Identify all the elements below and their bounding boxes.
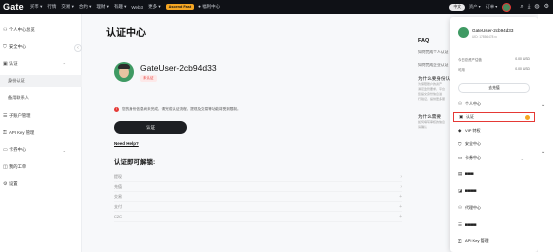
nav-buy-crypto[interactable]: 买币 ▾ (30, 4, 43, 10)
permissions-title: 认证即可解锁: (114, 159, 156, 166)
menu-item-security[interactable]: ⛉ 安全中心 (458, 139, 530, 149)
total-assets-row: 今日总资产估值 0.00 USD (458, 57, 530, 62)
nav-markets[interactable]: 行情 (47, 4, 56, 10)
assets-menu[interactable]: 资产 ▾ (469, 4, 481, 10)
sidebar-item-security[interactable]: ⛉ 安全中心 (0, 41, 82, 53)
top-right-controls: 中文 资产 ▾ 订单 ▾ ⌕ ⤓ ◍ ⚙ (449, 2, 549, 12)
sidebar-item-overview[interactable]: ⚇ 个人中心总览 (0, 24, 82, 36)
status-badge: 未认证 (140, 75, 157, 82)
unlock-permissions: 认证即可解锁: 提现 › 充值 › 交易 + 支付 + C2C + (106, 156, 402, 222)
nav-rewards[interactable]: ● 福利中心 (198, 4, 220, 10)
menu-item-referral[interactable]: ◪ ▀▀▀▀ (458, 186, 530, 196)
language-toggle[interactable]: 中文 (449, 3, 466, 11)
sidebar-item-label: 认证 (9, 61, 18, 66)
sidebar-item-tickets[interactable]: ◫ 我的工单 (0, 161, 82, 173)
info-icon: › (400, 173, 402, 180)
sidebar-item-backup-contact[interactable]: 备用联系人 (0, 92, 82, 104)
permission-row-deposit: 充值 › (114, 182, 402, 192)
user-avatar-button[interactable] (502, 2, 512, 12)
promo-badge[interactable]: Ascend Fast (165, 4, 195, 10)
nav-trade[interactable]: 交易 ▾ (61, 4, 74, 10)
permission-row-trade: 交易 + (114, 192, 402, 202)
menu-item-vip[interactable]: ◆ VIP 特权 (458, 126, 530, 136)
avatar (458, 27, 469, 38)
warning-text: 您的身份信息尚未完成，请完成认证流程，提现及交易等功能将受到限制。 (122, 106, 241, 111)
username: GateUser-2cb94d33 (140, 63, 217, 73)
sidebar-item-label: 设置 (9, 181, 18, 186)
dropdown-username: GateUser-2cb94d33 (472, 28, 514, 33)
orders-menu[interactable]: 订单 ▾ (486, 4, 498, 10)
chevron-down-icon[interactable]: ⌄ (541, 149, 545, 155)
right-edge-strip: ⌄ ⌄ (538, 14, 553, 252)
nav-earn[interactable]: 理财 ▾ (96, 4, 109, 10)
plus-icon: + (399, 203, 402, 210)
warning-icon: ! (114, 106, 119, 112)
sidebar-item-coupons[interactable]: ▭ 卡券中心 ⌄ (0, 144, 82, 156)
id-icon: ▣ (459, 114, 464, 119)
top-navigation-bar: Gate 买币 ▾ 行情 交易 ▾ 合约 ▾ 理财 ▾ 有趣 ▾ Web3 更多… (0, 0, 553, 14)
available-row: 可用 0.00 USD (458, 67, 530, 72)
sidebar-item-api-key[interactable]: ⚿ API Key 管理 (0, 127, 82, 139)
sidebar: ‹ ⚇ 个人中心总览 ⛉ 安全中心 ▣ 认证 ⌃ 身份认证 备用联系人 ☰ 子账… (0, 14, 82, 252)
sidebar-item-identity-verification[interactable]: 身份认证 (0, 75, 82, 87)
sidebar-item-label: 安全中心 (9, 44, 27, 49)
chevron-down-icon[interactable]: ⌄ (541, 102, 545, 108)
sidebar-item-subaccounts[interactable]: ☰ 子账户管理 (0, 110, 82, 122)
chevron-up-icon: ⌃ (62, 61, 66, 67)
warning-message: ! 您的身份信息尚未完成，请完成认证流程，提现及交易等功能将受到限制。 (114, 104, 306, 114)
sidebar-item-verification[interactable]: ▣ 认证 ⌃ (0, 58, 82, 70)
list-icon: ☰ (458, 222, 463, 227)
card-icon: ▭ (458, 155, 463, 160)
avatar-hair (118, 64, 130, 69)
notification-dot (525, 114, 530, 120)
gift-icon: ▤ (458, 171, 463, 176)
dropdown-uid[interactable]: UID: 17856478 ⧉ (472, 35, 497, 39)
menu-item-subaccounts[interactable]: ☰ ▀▀▀▀ (458, 220, 530, 230)
user-dropdown-menu: GateUser-2cb94d33 UID: 17856478 ⧉ 今日总资产估… (450, 17, 538, 252)
sidebar-item-label: 卡券中心 (9, 147, 27, 152)
person-icon: ⚇ (458, 101, 463, 106)
settings-icon[interactable]: ⚙ (544, 4, 549, 10)
plus-icon: + (399, 193, 402, 200)
permission-row-withdraw: 提现 › (114, 172, 402, 182)
share-icon: ◪ (458, 188, 463, 193)
main-nav: 买币 ▾ 行情 交易 ▾ 合约 ▾ 理财 ▾ 有趣 ▾ Web3 更多 ▾ As… (30, 4, 225, 10)
info-icon: › (400, 183, 402, 190)
menu-item-coupons[interactable]: ▭ 卡券中心 ⌄ (458, 153, 530, 163)
sidebar-item-label: API Key 管理 (9, 130, 35, 135)
permission-row-pay: 支付 + (114, 202, 402, 212)
deposit-button[interactable]: 去充值 (458, 83, 530, 93)
menu-item-personal-center[interactable]: ⚇ 个人中心 (458, 99, 530, 109)
gate-logo[interactable]: Gate (3, 2, 24, 12)
key-icon: ⚿ (458, 238, 462, 244)
menu-item-api-key[interactable]: ⚿ API Key 管理 (458, 236, 530, 246)
chevron-down-icon: ⌄ (62, 147, 66, 153)
users-icon: ⚇ (458, 205, 463, 210)
search-icon[interactable]: ⌕ (520, 4, 523, 10)
download-icon[interactable]: ⤓ (528, 4, 531, 10)
nav-futures[interactable]: 合约 ▾ (79, 4, 92, 10)
avatar (114, 62, 134, 82)
nav-more[interactable]: 更多 ▾ (148, 4, 161, 10)
plus-icon: + (399, 213, 402, 220)
menu-item-affiliate[interactable]: ⚇ 代理中心 (458, 203, 530, 213)
menu-item-rewards[interactable]: ▤ ▀▀▀ (458, 169, 530, 179)
need-help-link[interactable]: Need Help? (114, 141, 139, 146)
page-title: 认证中心 (106, 28, 146, 39)
shield-icon: ⛉ (458, 141, 462, 147)
menu-item-verification[interactable]: ▣ 认证 (453, 112, 535, 122)
vip-icon: ◆ (458, 128, 462, 133)
verify-button[interactable]: 认证 (114, 121, 187, 134)
sidebar-item-label: 个人中心总览 (9, 27, 35, 32)
sidebar-item-settings[interactable]: ⚙ 设置 (0, 178, 82, 190)
nav-fun[interactable]: 有趣 ▾ (114, 4, 127, 10)
sidebar-item-label: 我的工单 (9, 164, 27, 169)
sidebar-item-label: 子账户管理 (9, 113, 31, 118)
globe-icon[interactable]: ◍ (534, 4, 539, 10)
chevron-down-icon: ⌄ (520, 155, 524, 161)
permission-row-c2c: C2C + (114, 212, 402, 222)
nav-web3[interactable]: Web3 (131, 5, 143, 10)
